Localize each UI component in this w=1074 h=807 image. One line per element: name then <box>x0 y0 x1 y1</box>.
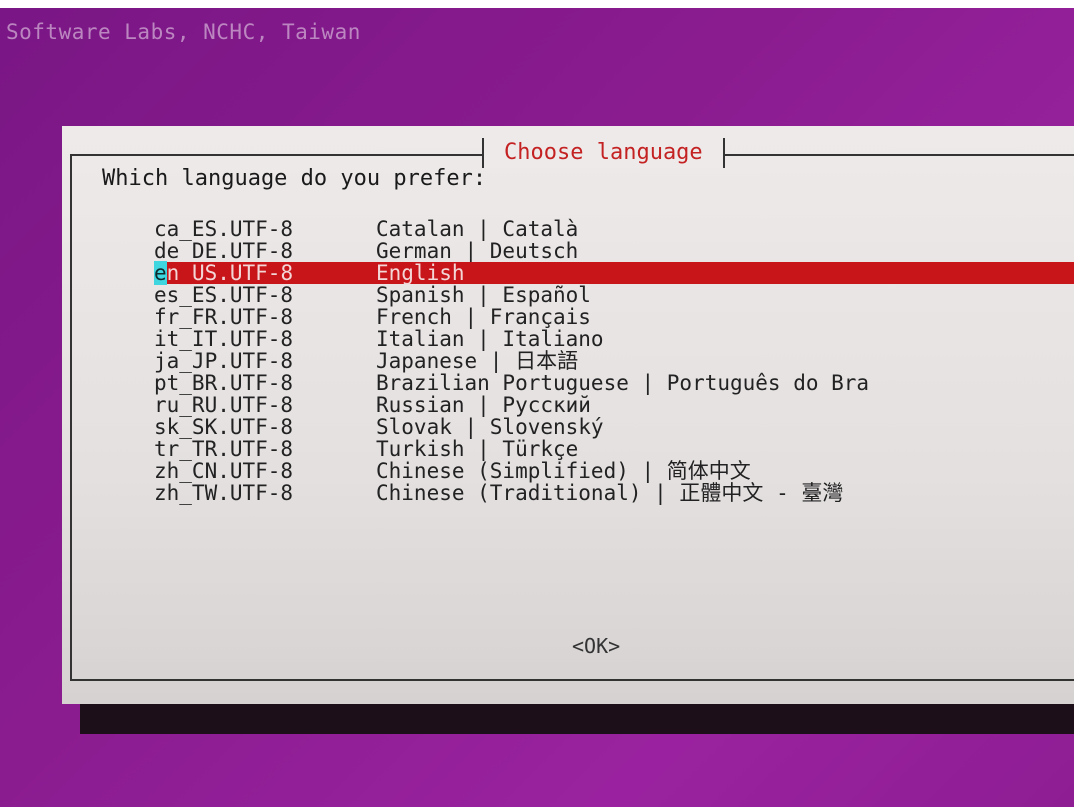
locale-code: es_ES.UTF-8 <box>154 283 294 307</box>
language-name: Russian | Русский <box>376 393 591 417</box>
locale-code: ru_RU.UTF-8 <box>154 393 294 417</box>
locale-code: en_US.UTF-8 <box>154 261 376 285</box>
language-name: Catalan | Català <box>376 217 579 241</box>
language-option-sk[interactable]: sk_SK.UTF-8 Slovak | Slovenský <box>154 416 1074 438</box>
language-name: Turkish | Türkçe <box>376 437 579 461</box>
language-name: English <box>376 261 465 285</box>
locale-code: ja_JP.UTF-8 <box>154 349 294 373</box>
language-option-ja[interactable]: ja_JP.UTF-8 Japanese | 日本語 <box>154 350 1074 372</box>
language-name: French | Français <box>376 305 591 329</box>
language-name: Spanish | Español <box>376 283 591 307</box>
locale-code: zh_CN.UTF-8 <box>154 459 294 483</box>
language-name: German | Deutsch <box>376 239 579 263</box>
language-name: Chinese (Simplified) | 简体中文 <box>376 459 751 483</box>
locale-code: ca_ES.UTF-8 <box>154 217 294 241</box>
locale-code-rest: n_US.UTF-8 <box>166 261 294 285</box>
text-cursor: e <box>154 261 167 285</box>
dialog-title: Choose language <box>482 138 725 168</box>
locale-code: de_DE.UTF-8 <box>154 239 294 263</box>
language-option-zh-cn[interactable]: zh_CN.UTF-8 Chinese (Simplified) | 简体中文 <box>154 460 1074 482</box>
language-option-es[interactable]: es_ES.UTF-8 Spanish | Español <box>154 284 1074 306</box>
locale-code: tr_TR.UTF-8 <box>154 437 294 461</box>
locale-code: zh_TW.UTF-8 <box>154 481 294 505</box>
language-dialog: Choose language Which language do you pr… <box>62 126 1074 704</box>
locale-code: sk_SK.UTF-8 <box>154 415 294 439</box>
locale-code: fr_FR.UTF-8 <box>154 305 294 329</box>
locale-code: it_IT.UTF-8 <box>154 327 294 351</box>
language-name: Japanese | 日本語 <box>376 349 579 373</box>
language-option-de[interactable]: de_DE.UTF-8 German | Deutsch <box>154 240 1074 262</box>
console-screen: Software Labs, NCHC, Taiwan Choose langu… <box>0 8 1074 807</box>
language-menu: ca_ES.UTF-8 Catalan | Català de_DE.UTF-8 G… <box>154 218 1074 504</box>
language-option-ca[interactable]: ca_ES.UTF-8 Catalan | Català <box>154 218 1074 240</box>
language-option-fr[interactable]: fr_FR.UTF-8 French | Français <box>154 306 1074 328</box>
language-option-zh-tw[interactable]: zh_TW.UTF-8 Chinese (Traditional) | 正體中文 … <box>154 482 1074 504</box>
language-name: Slovak | Slovenský <box>376 415 604 439</box>
language-option-en-selected[interactable]: en_US.UTF-8 English <box>154 261 1074 285</box>
dialog-prompt: Which language do you prefer: <box>102 166 487 191</box>
language-option-tr[interactable]: tr_TR.UTF-8 Turkish | Türkçe <box>154 438 1074 460</box>
language-option-ru[interactable]: ru_RU.UTF-8 Russian | Русский <box>154 394 1074 416</box>
language-option-it[interactable]: it_IT.UTF-8 Italian | Italiano <box>154 328 1074 350</box>
language-name: Italian | Italiano <box>376 327 604 351</box>
backtitle: Software Labs, NCHC, Taiwan <box>6 20 361 44</box>
ok-button[interactable]: <OK> <box>572 634 620 658</box>
locale-code: pt_BR.UTF-8 <box>154 371 294 395</box>
language-option-pt[interactable]: pt_BR.UTF-8 Brazilian Portuguese | Portug… <box>154 372 1074 394</box>
language-name: Brazilian Portuguese | Português do Bra <box>376 371 870 395</box>
language-name: Chinese (Traditional) | 正體中文 - 臺灣 <box>376 481 844 505</box>
